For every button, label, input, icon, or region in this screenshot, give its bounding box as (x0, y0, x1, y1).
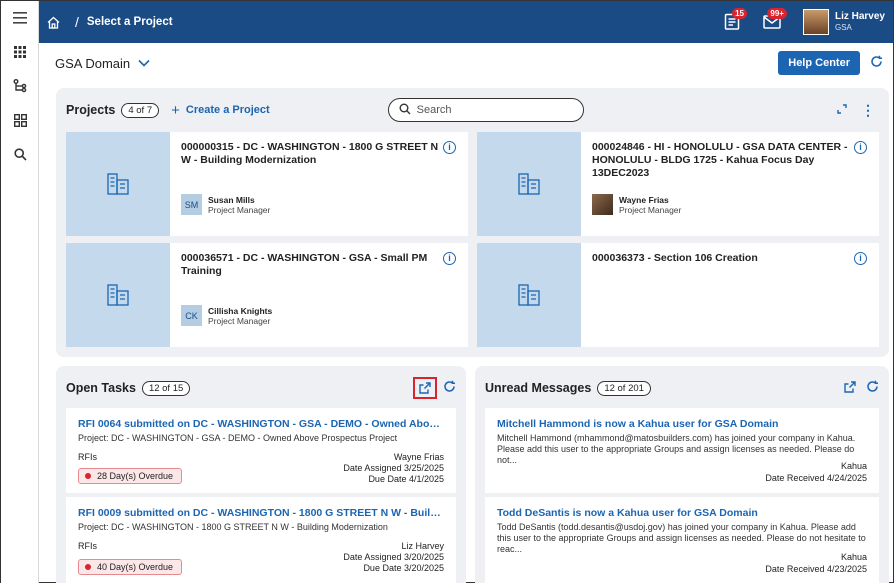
task-project: Project: DC - WASHINGTON - 1800 G STREET… (78, 522, 388, 532)
home-icon[interactable] (47, 16, 69, 29)
apps-grid-icon[interactable] (1, 35, 39, 69)
create-project-label: Create a Project (185, 104, 270, 116)
help-center-button[interactable]: Help Center (778, 51, 860, 75)
task-assignee: Wayne Frias (393, 452, 444, 462)
projects-count: 4 of 7 (121, 102, 160, 118)
project-card[interactable]: 000000315 - DC - WASHINGTON - 1800 G STR… (66, 132, 468, 236)
open-external-icon[interactable] (844, 380, 856, 396)
user-org: GSA (834, 23, 852, 32)
project-title: 000036571 - DC - WASHINGTON - GSA - Smal… (181, 252, 428, 277)
messages-badge: 99+ (767, 8, 787, 19)
avatar: SM (181, 194, 202, 215)
message-date-received: Date Received 4/24/2025 (765, 473, 867, 483)
message-sender: Kahua (840, 552, 867, 562)
search-input[interactable]: Search (387, 98, 584, 122)
hierarchy-icon[interactable] (1, 69, 39, 103)
refresh-icon[interactable] (870, 55, 883, 72)
plus-icon: + (171, 101, 180, 119)
pm-role: Project Manager (619, 204, 682, 215)
pm-name: Susan Mills (208, 194, 255, 205)
breadcrumb[interactable]: Select a Project (87, 16, 173, 28)
tasks-notification[interactable]: 15 (715, 7, 749, 37)
open-external-icon[interactable] (413, 377, 437, 399)
overdue-label: 40 Day(s) Overdue (97, 562, 174, 572)
create-project-link[interactable]: + Create a Project (171, 102, 270, 119)
domain-row: GSA Domain Help Center (39, 43, 893, 83)
search-icon[interactable] (1, 137, 39, 171)
message-sender: Kahua (840, 461, 867, 471)
projects-title: Projects (66, 103, 116, 117)
pm-role: Project Manager (208, 315, 271, 326)
left-rail (1, 1, 39, 583)
project-card[interactable]: 000024846 - HI - HONOLULU - GSA DATA CEN… (477, 132, 879, 236)
message-item[interactable]: Mitchell Hammond is now a Kahua user for… (485, 408, 879, 493)
expand-icon[interactable] (837, 103, 847, 117)
info-icon[interactable]: i (443, 252, 456, 265)
refresh-icon[interactable] (443, 380, 456, 396)
task-title[interactable]: RFI 0064 submitted on DC - WASHINGTON - … (66, 408, 456, 430)
pm-name: Wayne Frias (619, 194, 669, 205)
domain-selector[interactable]: GSA Domain (55, 56, 130, 71)
task-assignee: Liz Harvey (401, 541, 444, 551)
menu-icon[interactable] (1, 1, 39, 35)
task-title[interactable]: RFI 0009 submitted on DC - WASHINGTON - … (66, 497, 456, 519)
top-bar: / Select a Project 15 99+ Liz Harvey GSA (39, 1, 893, 43)
refresh-icon[interactable] (866, 380, 879, 396)
dashboard-icon[interactable] (1, 103, 39, 137)
message-date-received: Date Received 4/23/2025 (765, 564, 867, 574)
building-icon (477, 243, 581, 347)
user-avatar[interactable] (802, 9, 829, 35)
task-due-date: Due Date 4/1/2025 (368, 474, 444, 484)
user-menu[interactable]: Liz Harvey GSA (835, 11, 885, 33)
projects-panel: Projects 4 of 7 + Create a Project Searc… (56, 88, 889, 357)
overdue-badge: 28 Day(s) Overdue (78, 468, 183, 484)
chevron-down-icon[interactable] (138, 56, 150, 70)
avatar (592, 194, 613, 215)
info-icon[interactable]: i (854, 252, 867, 265)
project-title: 000000315 - DC - WASHINGTON - 1800 G STR… (181, 141, 439, 166)
building-icon (66, 243, 170, 347)
search-placeholder: Search (416, 104, 452, 116)
task-due-date: Due Date 3/20/2025 (363, 563, 444, 573)
tasks-count: 12 of 15 (141, 380, 191, 396)
project-card[interactable]: 000036373 - Section 106 Creation i (477, 243, 879, 347)
overdue-label: 28 Day(s) Overdue (97, 471, 174, 481)
message-body: Todd DeSantis (todd.desantis@usdoj.gov) … (497, 522, 866, 554)
status-dot-icon (85, 564, 91, 570)
messages-notification[interactable]: 99+ (755, 7, 789, 37)
search-icon (399, 103, 411, 118)
user-name: Liz Harvey (834, 11, 885, 22)
message-title[interactable]: Todd DeSantis is now a Kahua user for GS… (485, 497, 879, 519)
avatar: CK (181, 305, 202, 326)
tasks-title: Open Tasks (66, 381, 136, 395)
status-dot-icon (85, 473, 91, 479)
message-title[interactable]: Mitchell Hammond is now a Kahua user for… (485, 408, 879, 430)
building-icon (477, 132, 581, 236)
messages-count: 12 of 201 (597, 380, 651, 396)
more-options-icon[interactable]: ⋮ (861, 102, 875, 119)
project-title: 000024846 - HI - HONOLULU - GSA DATA CEN… (592, 141, 848, 179)
task-date-assigned: Date Assigned 3/25/2025 (343, 463, 444, 473)
pm-name: Cillisha Knights (208, 305, 273, 316)
overdue-badge: 40 Day(s) Overdue (78, 559, 183, 575)
task-date-assigned: Date Assigned 3/20/2025 (343, 552, 444, 562)
project-card[interactable]: 000036571 - DC - WASHINGTON - GSA - Smal… (66, 243, 468, 347)
info-icon[interactable]: i (443, 141, 456, 154)
messages-title: Unread Messages (485, 381, 592, 395)
pm-role: Project Manager (208, 204, 271, 215)
unread-messages-panel: Unread Messages 12 of 201 Mitchell Hammo… (475, 366, 889, 583)
project-title: 000036373 - Section 106 Creation (592, 252, 758, 264)
building-icon (66, 132, 170, 236)
message-item[interactable]: Todd DeSantis is now a Kahua user for GS… (485, 497, 879, 583)
tasks-badge: 15 (732, 8, 747, 19)
breadcrumb-separator: / (75, 14, 79, 30)
task-item[interactable]: RFI 0009 submitted on DC - WASHINGTON - … (66, 497, 456, 583)
info-icon[interactable]: i (854, 141, 867, 154)
open-tasks-panel: Open Tasks 12 of 15 RFI 0064 submitted o… (56, 366, 466, 583)
task-item[interactable]: RFI 0064 submitted on DC - WASHINGTON - … (66, 408, 456, 493)
task-project: Project: DC - WASHINGTON - GSA - DEMO - … (78, 433, 398, 443)
